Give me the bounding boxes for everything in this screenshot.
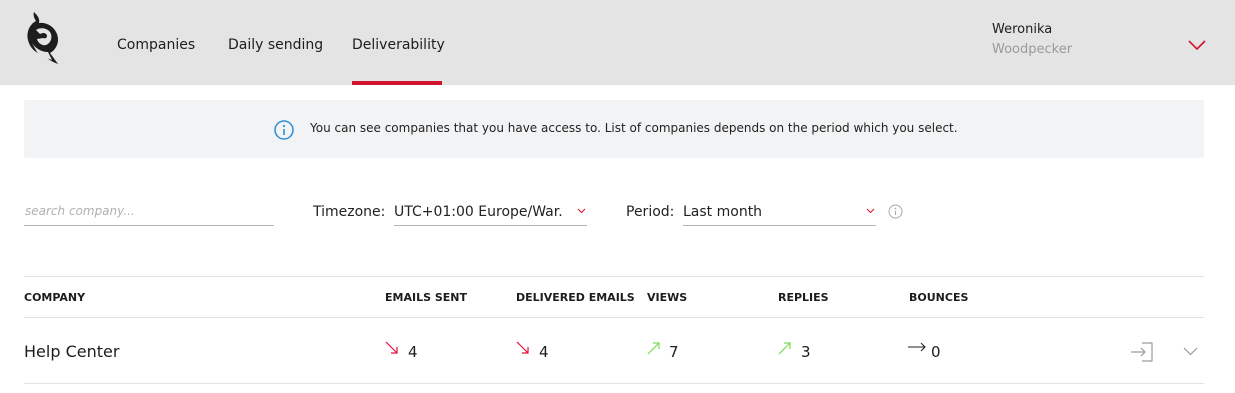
info-icon xyxy=(274,120,294,140)
column-header-emails-sent[interactable]: EMAILS SENT xyxy=(385,291,467,304)
timezone-select[interactable]: UTC+01:00 Europe/War... xyxy=(394,200,587,226)
column-header-delivered-emails[interactable]: DELIVERED EMAILS xyxy=(516,291,635,304)
bounces-value: 0 xyxy=(931,343,941,361)
header-divider xyxy=(24,317,1204,318)
trend-up-icon xyxy=(647,342,660,355)
expand-chevron-icon[interactable] xyxy=(1183,347,1198,356)
timezone-value: UTC+01:00 Europe/War... xyxy=(394,204,564,220)
column-header-company[interactable]: COMPANY xyxy=(24,291,85,304)
nav-daily-sending[interactable]: Daily sending xyxy=(228,37,323,53)
user-name[interactable]: Weronika xyxy=(992,22,1052,37)
user-menu-chevron-icon[interactable] xyxy=(1187,38,1207,52)
column-header-bounces[interactable]: BOUNCES xyxy=(909,291,968,304)
period-select[interactable]: Last month xyxy=(683,200,876,226)
top-header: Companies Daily sending Deliverability W… xyxy=(0,0,1235,85)
replies-value: 3 xyxy=(801,343,811,361)
timezone-label: Timezone: xyxy=(313,204,386,220)
emails-sent-value: 4 xyxy=(408,343,418,361)
period-info-icon[interactable] xyxy=(888,204,903,219)
nav-deliverability[interactable]: Deliverability xyxy=(352,37,445,53)
nav-active-indicator xyxy=(352,81,442,85)
column-header-views[interactable]: VIEWS xyxy=(647,291,687,304)
delivered-emails-value: 4 xyxy=(539,343,549,361)
period-label: Period: xyxy=(626,204,675,220)
trend-up-icon xyxy=(778,342,791,355)
column-header-replies[interactable]: REPLIES xyxy=(778,291,829,304)
company-name[interactable]: Help Center xyxy=(24,342,119,361)
chevron-down-icon xyxy=(577,208,586,214)
login-icon[interactable] xyxy=(1130,341,1154,363)
trend-down-icon xyxy=(516,341,529,354)
woodpecker-logo[interactable] xyxy=(24,10,62,68)
period-value: Last month xyxy=(683,204,763,220)
trend-down-icon xyxy=(385,341,398,354)
info-banner-text: You can see companies that you have acce… xyxy=(310,121,958,135)
trend-flat-icon xyxy=(908,342,926,352)
chevron-down-icon xyxy=(866,208,875,214)
info-banner: You can see companies that you have acce… xyxy=(24,100,1204,158)
nav-companies[interactable]: Companies xyxy=(117,37,195,53)
user-company: Woodpecker xyxy=(992,42,1073,57)
row-divider xyxy=(24,383,1204,384)
views-value: 7 xyxy=(669,343,679,361)
search-company-input[interactable] xyxy=(24,200,274,226)
table-top-divider xyxy=(24,276,1204,277)
